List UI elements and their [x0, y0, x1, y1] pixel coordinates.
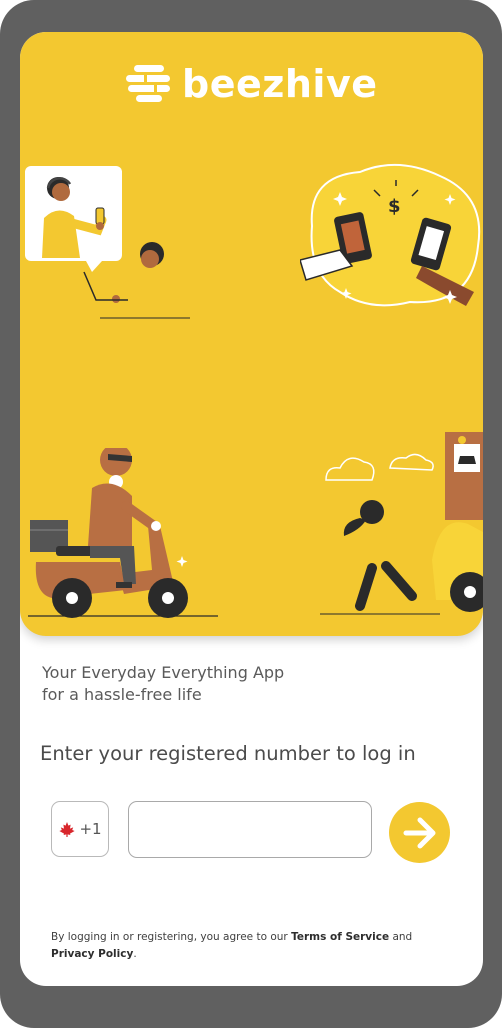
canada-flag-icon: [59, 822, 76, 837]
beezhive-logo-icon: [126, 65, 170, 102]
video-call-illustration: [25, 166, 190, 319]
tagline: Your Everyday Everything App for a hassl…: [42, 662, 462, 706]
device-frame: beezhive $ Your Everyday Everything App …: [0, 0, 502, 1028]
phone-number-input[interactable]: [128, 801, 372, 858]
privacy-policy-link[interactable]: Privacy Policy: [51, 948, 133, 960]
brand-logo: beezhive: [126, 62, 377, 106]
ride-hailing-illustration: [320, 432, 483, 615]
legal-suffix: .: [133, 948, 137, 960]
tagline-line-1: Your Everyday Everything App: [42, 663, 285, 682]
delivery-scooter-illustration: [28, 448, 218, 618]
brand-name: beezhive: [182, 62, 378, 106]
login-prompt: Enter your registered number to log in: [40, 742, 416, 765]
legal-notice: By logging in or registering, you agree …: [51, 929, 461, 963]
svg-text:$: $: [388, 196, 401, 217]
hero-banner: beezhive $: [20, 32, 483, 636]
payment-illustration: $: [300, 163, 481, 307]
legal-and: and: [389, 931, 413, 943]
tagline-line-2: for a hassle-free life: [42, 685, 202, 704]
submit-login-button[interactable]: [389, 802, 450, 863]
country-code: +1: [79, 820, 102, 838]
legal-prefix: By logging in or registering, you agree …: [51, 931, 292, 943]
arrow-right-icon: [403, 817, 435, 848]
terms-of-service-link[interactable]: Terms of Service: [291, 931, 389, 943]
app-screen: beezhive $ Your Everyday Everything App …: [20, 32, 483, 986]
country-code-selector[interactable]: +1: [51, 801, 109, 857]
